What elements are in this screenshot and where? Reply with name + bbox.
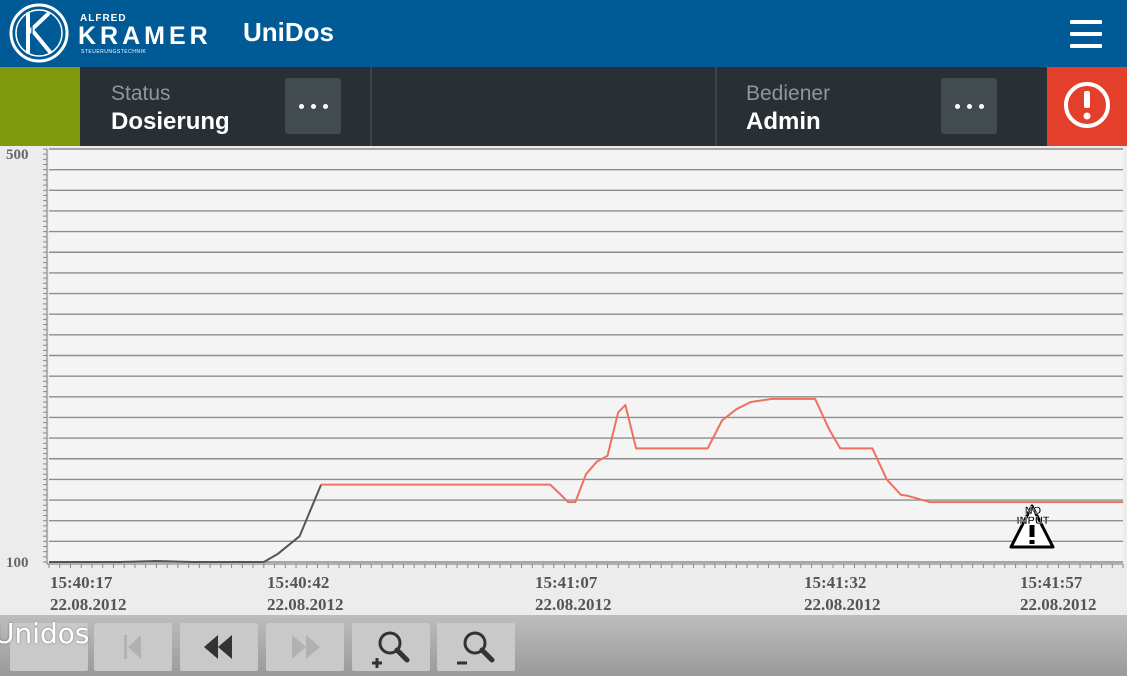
x-tick-date: 22.08.2012 [1020,595,1097,614]
trend-chart: 500 100 15:40:17 22.08.2012 15:40:42 22.08.20… [0,146,1127,620]
operator-more-button[interactable] [941,78,997,134]
x-tick-time: 15:40:42 [267,573,329,592]
y-tick-label: 100 [6,555,29,571]
status-label: Status [111,82,171,105]
rewind-button[interactable] [180,623,258,671]
operator-label: Bediener [746,82,831,105]
app-title: UniDos [243,17,334,47]
operator-value: Admin [746,108,821,135]
alarm-button[interactable] [1047,67,1127,146]
ellipsis-icon [299,104,304,109]
app-header: ALFRED KRAMER STEUERUNGSTECHNIK UniDos [0,0,1127,67]
x-tick-date: 22.08.2012 [804,595,881,614]
kramer-k-emblem-icon [9,3,69,63]
hamburger-menu-icon [1070,20,1102,24]
brand-subtitle: STEUERUNGSTECHNIK [81,49,147,55]
ellipsis-icon-dot [967,104,972,109]
divider [370,67,372,146]
ellipsis-icon [955,104,960,109]
trend-chart-svg: 500 100 15:40:17 22.08.2012 15:40:42 22.08.20… [6,147,1124,614]
first-button[interactable] [94,623,172,671]
ellipsis-icon-dot [979,104,984,109]
divider [715,67,717,146]
x-tick-time: 15:41:57 [1020,573,1083,592]
zoom-in-button[interactable] [352,623,430,671]
x-tick-time: 15:40:17 [50,573,113,592]
ellipsis-icon-dot [323,104,328,109]
hamburger-menu-icon-bar [1070,44,1102,48]
x-tick-date: 22.08.2012 [267,595,344,614]
zoom-out-icon [457,631,495,665]
alert-circle-icon [1064,82,1110,128]
x-tick-time: 15:41:07 [535,573,598,592]
hamburger-menu-icon-bar [1070,32,1102,36]
fast-forward-icon [292,635,320,659]
footer-app-label: Unidos [0,617,90,650]
status-more-button[interactable] [285,78,341,134]
forward-button[interactable] [266,623,344,671]
zoom-in-icon [372,631,410,668]
rewind-icon [204,635,232,659]
kramer-logo: ALFRED KRAMER STEUERUNGSTECHNIK [6,2,208,64]
x-tick-time: 15:41:32 [804,573,866,592]
status-bar: Status Dosierung Bediener Admin [0,67,1127,146]
menu-button[interactable] [1064,16,1108,52]
brand-name: KRAMER [78,22,212,50]
y-tick-label: 500 [6,147,29,163]
status-indicator [0,67,80,146]
no-input-warning-label: NO INPUT [1016,505,1050,527]
status-value: Dosierung [111,108,230,135]
skip-to-start-icon [124,635,141,659]
zoom-out-button[interactable] [437,623,515,671]
chart-toolbar [0,615,1127,676]
x-tick-date: 22.08.2012 [50,595,127,614]
x-tick-date: 22.08.2012 [535,595,612,614]
ellipsis-icon-dot [311,104,316,109]
